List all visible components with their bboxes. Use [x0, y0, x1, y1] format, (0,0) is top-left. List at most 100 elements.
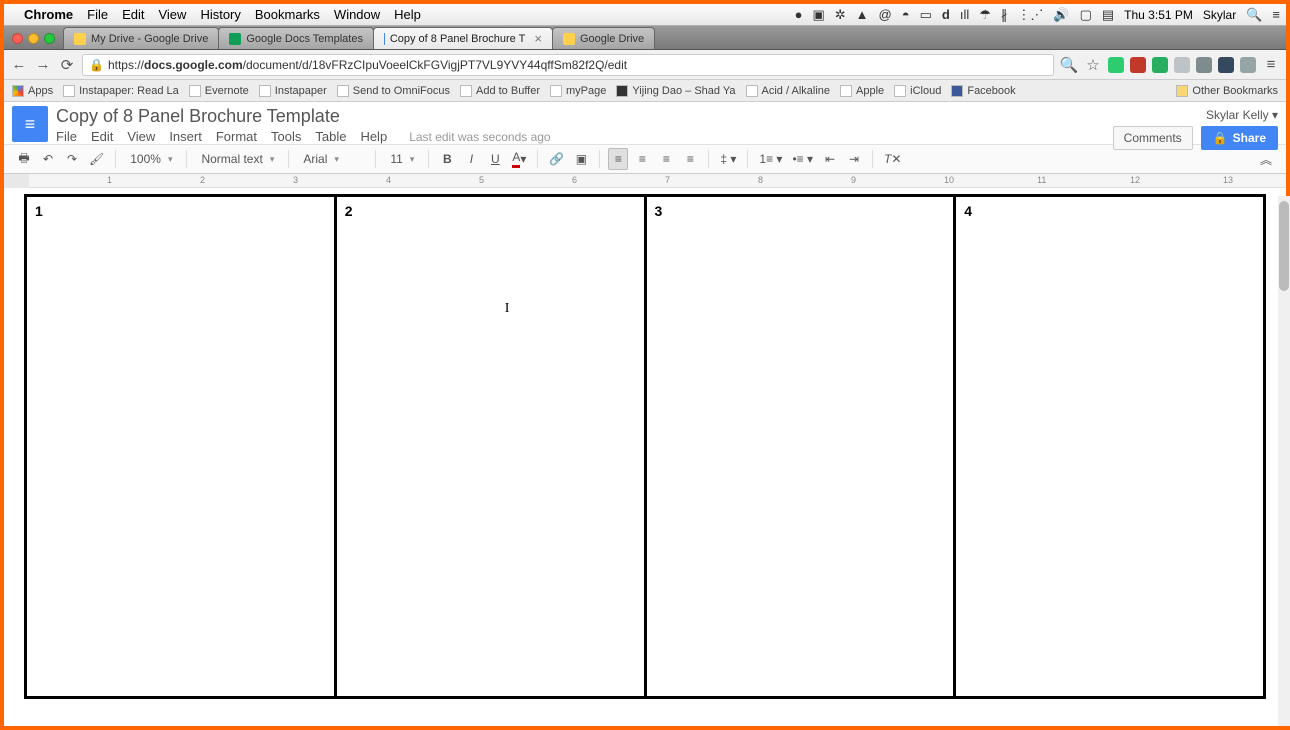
- bold-button[interactable]: B: [437, 148, 457, 170]
- extension-icon[interactable]: [1152, 57, 1168, 73]
- mac-menu-bookmarks[interactable]: Bookmarks: [255, 7, 320, 22]
- increase-indent-button[interactable]: ⇥: [844, 148, 864, 170]
- cloud-icon[interactable]: ▲: [856, 7, 869, 22]
- brochure-panel-4[interactable]: 4: [956, 197, 1263, 696]
- extension-icon[interactable]: [1218, 57, 1234, 73]
- tab-close-icon[interactable]: ×: [534, 31, 542, 46]
- insert-image-button[interactable]: ▣: [571, 148, 591, 170]
- share-button[interactable]: 🔒Share: [1201, 126, 1278, 150]
- screen-icon[interactable]: ▭: [920, 7, 932, 23]
- hat-icon[interactable]: ◓: [902, 7, 910, 22]
- battery-icon[interactable]: ▢: [1080, 7, 1092, 23]
- extension-icon[interactable]: [1174, 57, 1190, 73]
- flag-icon[interactable]: ▤: [1102, 7, 1114, 23]
- zoom-indicator-icon[interactable]: 🔍: [1060, 56, 1078, 74]
- siri-icon[interactable]: ●: [795, 7, 803, 22]
- docs-logo-icon[interactable]: [12, 106, 48, 142]
- browser-tab[interactable]: My Drive - Google Drive: [63, 27, 219, 49]
- mac-menu-history[interactable]: History: [200, 7, 240, 22]
- mac-menu-help[interactable]: Help: [394, 7, 421, 22]
- clear-formatting-button[interactable]: T✕: [881, 148, 904, 170]
- mac-user[interactable]: Skylar: [1203, 8, 1236, 22]
- extension-icon[interactable]: [1108, 57, 1124, 73]
- reload-button[interactable]: ⟳: [58, 56, 76, 74]
- notification-center-icon[interactable]: ≡: [1272, 7, 1280, 22]
- window-minimize-button[interactable]: [28, 33, 39, 44]
- volume-icon[interactable]: 🔊: [1053, 7, 1069, 23]
- bookmark-item[interactable]: iCloud: [894, 85, 941, 97]
- bars-icon[interactable]: ıll: [960, 7, 969, 22]
- extension-icon[interactable]: [1240, 57, 1256, 73]
- browser-tab[interactable]: Google Drive: [552, 27, 655, 49]
- docs-menu-help[interactable]: Help: [360, 129, 387, 144]
- chrome-menu-button[interactable]: ≡: [1262, 56, 1280, 74]
- align-justify-button[interactable]: ≡: [680, 148, 700, 170]
- align-left-button[interactable]: ≡: [608, 148, 628, 170]
- align-center-button[interactable]: ≡: [632, 148, 652, 170]
- zoom-dropdown[interactable]: 100%: [124, 152, 178, 166]
- docs-menu-table[interactable]: Table: [315, 129, 346, 144]
- font-dropdown[interactable]: Arial: [297, 152, 367, 166]
- browser-tab-active[interactable]: Copy of 8 Panel Brochure T×: [373, 27, 553, 49]
- undo-button[interactable]: ↶: [38, 148, 58, 170]
- bookmark-item[interactable]: Instapaper: Read La: [63, 85, 179, 97]
- font-size-dropdown[interactable]: 11: [384, 152, 420, 166]
- account-name[interactable]: Skylar Kelly ▾: [1206, 108, 1278, 122]
- comments-button[interactable]: Comments: [1113, 126, 1193, 150]
- document-title[interactable]: Copy of 8 Panel Brochure Template: [56, 106, 1105, 127]
- docs-menu-view[interactable]: View: [127, 129, 155, 144]
- bluetooth-icon[interactable]: ∦: [1001, 7, 1008, 23]
- docs-menu-format[interactable]: Format: [216, 129, 257, 144]
- display-icon[interactable]: ▣: [812, 7, 824, 23]
- italic-button[interactable]: I: [461, 148, 481, 170]
- docs-menu-insert[interactable]: Insert: [169, 129, 202, 144]
- insert-link-button[interactable]: 🔗: [546, 148, 567, 170]
- forward-button[interactable]: →: [34, 56, 52, 74]
- docs-menu-file[interactable]: File: [56, 129, 77, 144]
- bookmark-item[interactable]: Facebook: [951, 85, 1015, 97]
- bookmark-item[interactable]: Acid / Alkaline: [746, 85, 830, 97]
- line-spacing-button[interactable]: ‡ ▾: [717, 148, 739, 170]
- document-canvas[interactable]: 1 2I 3 4: [4, 188, 1286, 718]
- bookmark-item[interactable]: Add to Buffer: [460, 85, 540, 97]
- bookmark-item[interactable]: Instapaper: [259, 85, 327, 97]
- document-page[interactable]: 1 2I 3 4: [24, 194, 1266, 699]
- brochure-panel-3[interactable]: 3: [647, 197, 957, 696]
- back-button[interactable]: ←: [10, 56, 28, 74]
- apps-shortcut[interactable]: Apps: [12, 85, 53, 97]
- window-zoom-button[interactable]: [44, 33, 55, 44]
- mac-menu-edit[interactable]: Edit: [122, 7, 144, 22]
- other-bookmarks[interactable]: Other Bookmarks: [1176, 85, 1278, 97]
- browser-tab[interactable]: Google Docs Templates: [218, 27, 374, 49]
- styles-dropdown[interactable]: Normal text: [195, 152, 280, 166]
- sync-icon[interactable]: ✲: [835, 7, 846, 23]
- text-color-button[interactable]: A ▾: [509, 148, 529, 170]
- wifi-icon[interactable]: ⋮⋰: [1017, 7, 1043, 23]
- redo-button[interactable]: ↷: [62, 148, 82, 170]
- bulleted-list-button[interactable]: •≡ ▾: [789, 148, 816, 170]
- horizontal-ruler[interactable]: 1 2 3 4 5 6 7 8 9 10 11 12 13: [4, 174, 1286, 188]
- scrollbar-thumb[interactable]: [1279, 201, 1289, 291]
- bookmark-item[interactable]: Send to OmniFocus: [337, 85, 450, 97]
- umbrella-icon[interactable]: ☂: [979, 7, 991, 23]
- mac-menu-window[interactable]: Window: [334, 7, 380, 22]
- collapse-toolbar-button[interactable]: ︽: [1256, 148, 1276, 170]
- bookmark-item[interactable]: Apple: [840, 85, 884, 97]
- d-icon[interactable]: d: [942, 7, 950, 22]
- bookmark-item[interactable]: myPage: [550, 85, 606, 97]
- mac-menu-view[interactable]: View: [158, 7, 186, 22]
- underline-button[interactable]: U: [485, 148, 505, 170]
- bookmark-item[interactable]: Evernote: [189, 85, 249, 97]
- decrease-indent-button[interactable]: ⇤: [820, 148, 840, 170]
- docs-menu-tools[interactable]: Tools: [271, 129, 301, 144]
- mac-menu-file[interactable]: File: [87, 7, 108, 22]
- numbered-list-button[interactable]: 1≡ ▾: [756, 148, 785, 170]
- align-right-button[interactable]: ≡: [656, 148, 676, 170]
- docs-menu-edit[interactable]: Edit: [91, 129, 113, 144]
- mac-clock[interactable]: Thu 3:51 PM: [1124, 8, 1193, 22]
- at-icon[interactable]: @: [879, 7, 892, 22]
- bookmark-star-icon[interactable]: ☆: [1084, 56, 1102, 74]
- brochure-panel-1[interactable]: 1: [27, 197, 337, 696]
- address-bar[interactable]: 🔒 https://docs.google.com/document/d/18v…: [82, 54, 1054, 76]
- print-button[interactable]: 🖶: [14, 148, 34, 170]
